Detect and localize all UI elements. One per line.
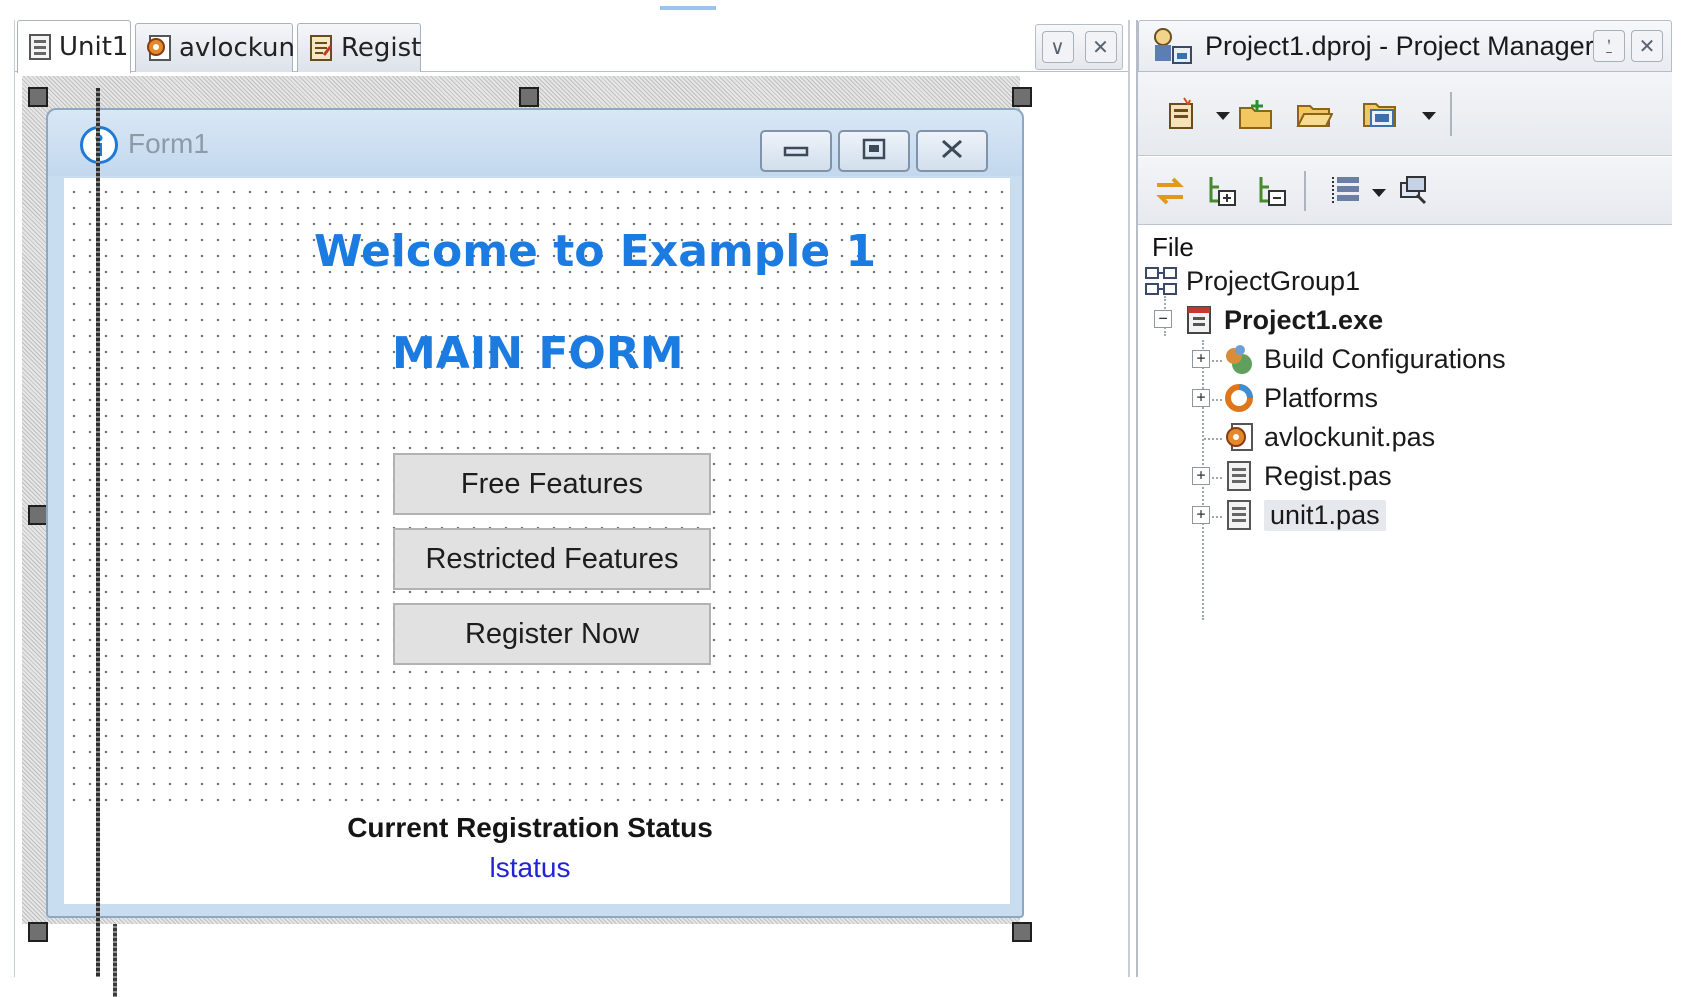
tree-item-unit1[interactable]: unit1.pas	[1222, 496, 1386, 534]
sort-icon[interactable]	[1328, 171, 1368, 211]
tab-unit1[interactable]: Unit1	[17, 20, 131, 73]
project-manager-header: Project1.dproj - Project Manager ⍘ ✕	[1138, 20, 1672, 72]
pin-button[interactable]: ⍘	[1593, 30, 1625, 62]
registration-status-caption[interactable]: Current Registration Status	[340, 812, 720, 844]
collapse-tree-icon[interactable]	[1252, 171, 1292, 211]
chevron-down-icon[interactable]	[1216, 112, 1230, 120]
lock-unit-icon	[144, 33, 174, 63]
close-panel-button[interactable]: ✕	[1631, 30, 1663, 62]
project-group-icon	[1144, 264, 1178, 298]
resize-handle-bottom-right[interactable]	[1012, 922, 1032, 942]
expand-toggle[interactable]: +	[1192, 467, 1210, 485]
add-to-project-icon[interactable]	[1236, 94, 1276, 134]
build-config-icon	[1222, 342, 1256, 376]
project-manager-panel: Project1.dproj - Project Manager ⍘ ✕ Fil…	[1136, 20, 1672, 977]
platforms-icon	[1222, 381, 1256, 415]
unit-file-icon	[1222, 498, 1256, 532]
expand-tree-icon[interactable]	[1202, 171, 1242, 211]
unit-file-icon	[1222, 459, 1256, 493]
expand-toggle[interactable]: +	[1192, 350, 1210, 368]
tab-avlockunit[interactable]: avlockunit	[135, 23, 312, 72]
toolbar-separator	[1450, 92, 1452, 136]
tree-item-platforms[interactable]: Platforms	[1222, 379, 1378, 417]
tree-item-label: avlockunit.pas	[1264, 421, 1436, 452]
tree-column-header[interactable]: File	[1152, 232, 1194, 263]
tree-item-label: Regist.pas	[1264, 460, 1392, 491]
tree-item-label: Project1.exe	[1224, 304, 1384, 335]
project-manager-toolbar-top	[1138, 72, 1672, 156]
close-button[interactable]	[916, 130, 988, 172]
free-features-button[interactable]: Free Features	[393, 453, 711, 515]
chevron-down-icon[interactable]	[1422, 112, 1436, 120]
minimize-icon	[783, 142, 809, 161]
maximize-icon	[861, 138, 887, 164]
tree-item-project[interactable]: Project1.exe	[1182, 301, 1383, 339]
designer-guide-line	[96, 88, 100, 977]
tab-label: Regist	[341, 33, 422, 63]
project-manager-title: Project1.dproj - Project Manager	[1205, 31, 1594, 61]
resize-handle-left[interactable]	[28, 505, 48, 525]
project-options-icon[interactable]	[1360, 94, 1400, 134]
regist-file-icon	[306, 33, 336, 63]
editor-tab-bar: Unit1 avlockunit Regist ∨ ✕	[15, 20, 1128, 73]
window-top-accent	[660, 6, 716, 10]
resize-handle-top[interactable]	[519, 87, 539, 107]
close-tab-button[interactable]: ✕	[1084, 31, 1117, 63]
chevron-down-icon: ∨	[1050, 35, 1065, 59]
form-titlebar[interactable]: Form1	[48, 110, 1022, 176]
expand-toggle[interactable]: +	[1192, 389, 1210, 407]
resize-handle-top-left[interactable]	[28, 87, 48, 107]
restricted-features-button[interactable]: Restricted Features	[393, 528, 711, 590]
sync-icon[interactable]	[1150, 171, 1190, 211]
tree-item-label: Build Configurations	[1264, 343, 1506, 374]
tree-item-label: Platforms	[1264, 382, 1379, 413]
editor-tab-controls: ∨ ✕	[1035, 24, 1123, 70]
pin-icon: ⍘	[1603, 34, 1615, 58]
tab-regist[interactable]: Regist	[297, 23, 421, 72]
tab-label: avlockunit	[179, 33, 313, 63]
resize-handle-bottom-left[interactable]	[28, 922, 48, 942]
main-form-label[interactable]: MAIN FORM	[392, 328, 683, 379]
tree-item-regist[interactable]: Regist.pas	[1222, 457, 1392, 495]
toolbar-separator	[1304, 171, 1306, 211]
tree-item-label: unit1.pas	[1264, 499, 1386, 531]
tab-list-button[interactable]: ∨	[1041, 31, 1074, 63]
resize-handle-top-right[interactable]	[1012, 87, 1032, 107]
new-project-icon[interactable]	[1162, 94, 1202, 134]
open-folder-icon[interactable]	[1294, 94, 1334, 134]
minimize-button[interactable]	[760, 130, 832, 172]
maximize-button[interactable]	[838, 130, 910, 172]
expand-toggle[interactable]: +	[1192, 506, 1210, 524]
project-tree: File ProjectGroup1 − Project1.exe + Buil…	[1138, 226, 1672, 977]
project-manager-icon	[1149, 27, 1195, 71]
tree-item-build-configurations[interactable]: Build Configurations	[1222, 340, 1506, 378]
tree-item-label: ProjectGroup1	[1186, 265, 1361, 296]
welcome-label[interactable]: Welcome to Example 1	[314, 226, 876, 277]
collapse-toggle[interactable]: −	[1154, 310, 1172, 328]
lock-unit-icon	[1222, 420, 1256, 454]
tab-label: Unit1	[59, 32, 129, 62]
tree-item-project-group[interactable]: ProjectGroup1	[1144, 262, 1360, 300]
registration-status-value[interactable]: lstatus	[340, 852, 720, 884]
unit-file-icon	[26, 32, 54, 62]
tree-item-avlockunit[interactable]: avlockunit.pas	[1222, 418, 1435, 456]
build-all-icon[interactable]	[1394, 171, 1434, 211]
close-icon: ✕	[1092, 35, 1109, 59]
exe-project-icon	[1182, 303, 1216, 337]
close-icon	[938, 138, 966, 164]
chevron-down-icon[interactable]	[1372, 189, 1386, 197]
project-manager-toolbar-bottom	[1138, 157, 1672, 225]
register-now-button[interactable]: Register Now	[393, 603, 711, 665]
tree-line	[1204, 438, 1222, 440]
form-title: Form1	[128, 128, 209, 159]
close-icon: ✕	[1638, 34, 1656, 58]
